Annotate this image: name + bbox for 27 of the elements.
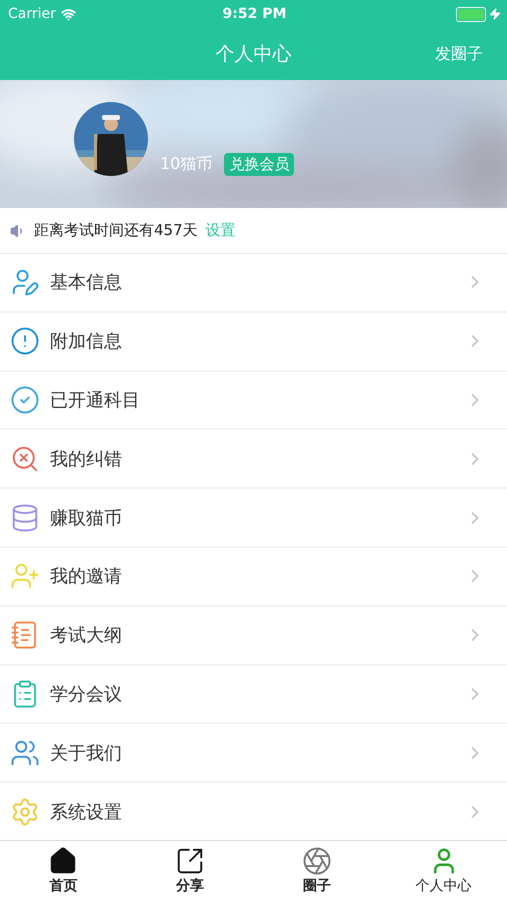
menu-item[interactable]: 我的纠错 [0,430,507,488]
tab[interactable]: 个人中心 [380,841,507,900]
coin-stack-icon [10,502,40,533]
menu-item[interactable]: 赚取猫币 [0,489,507,546]
tab[interactable]: 分享 [126,841,254,900]
battery-icon [456,6,486,22]
aperture-icon [302,846,332,876]
tab[interactable]: 首页 [0,841,127,900]
menu-item[interactable]: 附加信息 [0,312,507,370]
carrier-label: Carrier [8,6,56,22]
menu-item[interactable]: 基本信息 [0,254,507,311]
check-circle-icon [10,384,40,415]
exam-countdown: 距离考试时间还有457天 [34,221,198,240]
menu-item[interactable]: 关于我们 [0,724,507,782]
user-edit-icon [10,267,40,298]
charging-icon [488,8,501,20]
wifi-icon [60,6,76,22]
menu-item[interactable]: 已开通科目 [0,372,507,428]
alert-icon [10,326,40,356]
menu-item[interactable]: 学分会议 [0,666,507,722]
tab[interactable]: 圈子 [254,841,380,900]
page-title: 个人中心 [216,42,292,67]
settings-icon [10,796,40,827]
status-time: 9:52 PM [222,6,286,22]
menu-item[interactable]: 我的邀请 [0,548,507,605]
menu-item[interactable]: 考试大纲 [0,606,507,664]
menu-item[interactable]: 系统设置 [0,783,507,840]
